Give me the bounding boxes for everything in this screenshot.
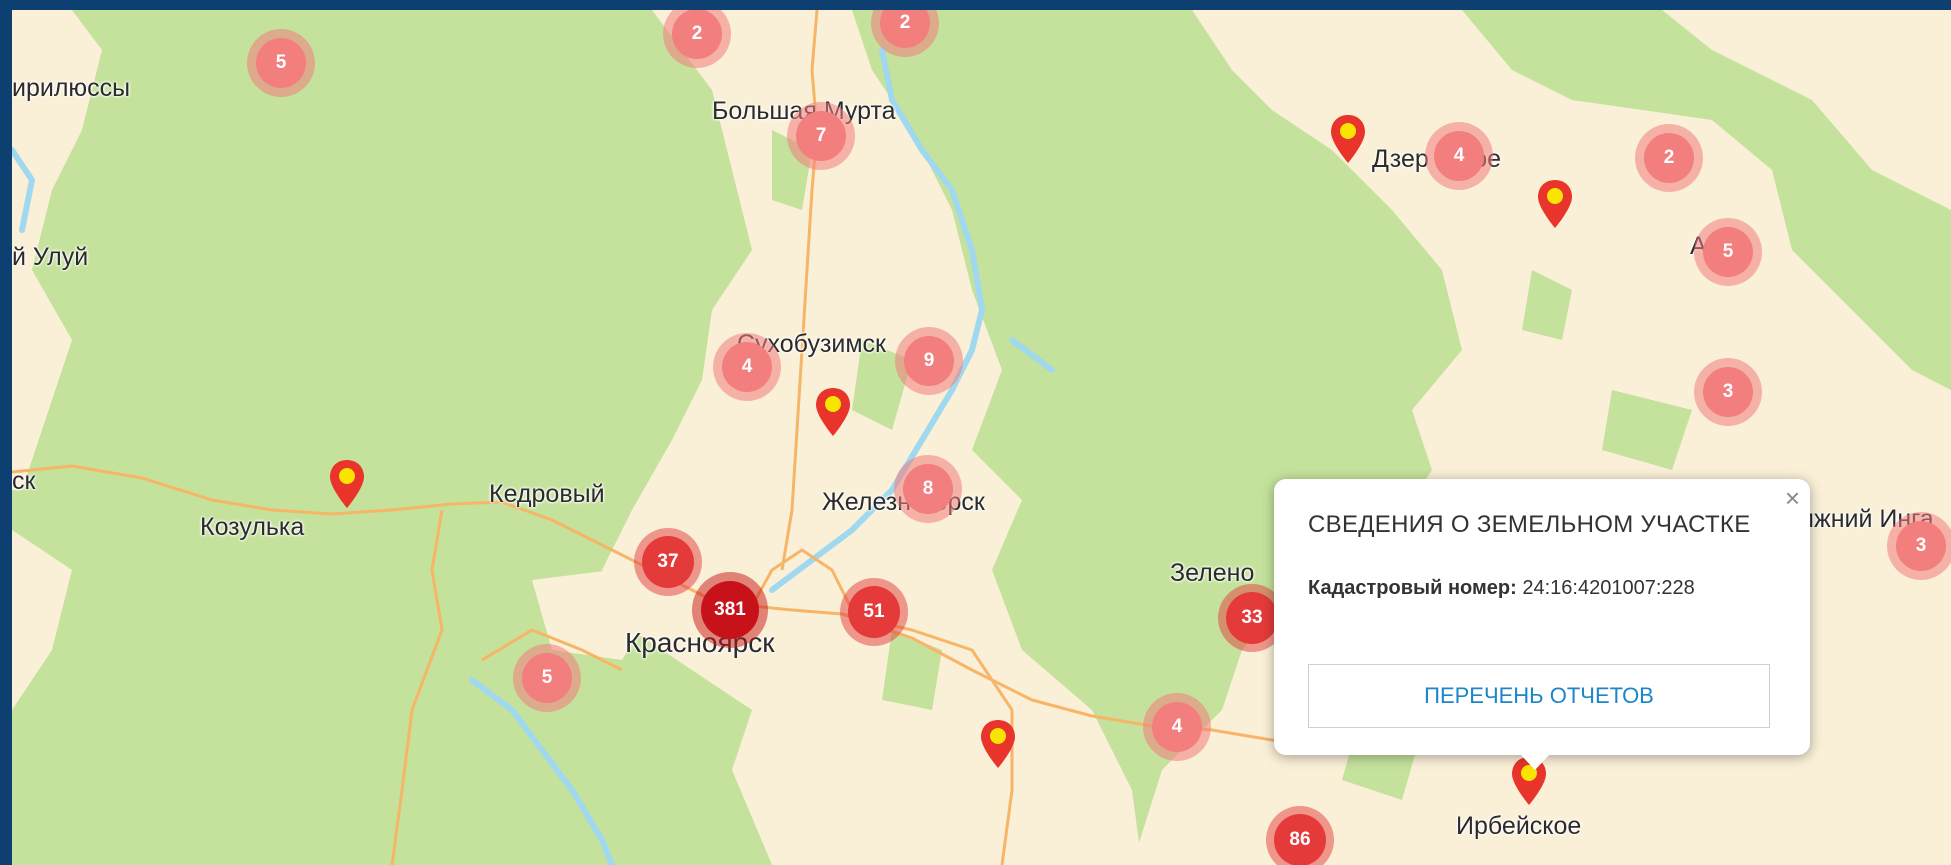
cluster-count: 5 — [522, 653, 572, 703]
cluster-marker[interactable]: 2 — [1635, 124, 1703, 192]
close-icon[interactable]: × — [1785, 483, 1800, 514]
cluster-count: 5 — [256, 38, 306, 88]
map-pin-icon[interactable] — [1536, 178, 1574, 230]
place-label-ck: ск — [12, 467, 36, 495]
place-label-irbeyskoe: Ирбейское — [1456, 812, 1582, 840]
cluster-count: 51 — [848, 586, 900, 638]
cluster-marker[interactable]: 51 — [840, 578, 908, 646]
cluster-count: 8 — [903, 464, 953, 514]
cluster-count: 2 — [1644, 133, 1694, 183]
place-label-kozulka: Козулька — [200, 513, 305, 541]
map-pin-icon[interactable] — [814, 386, 852, 438]
place-label-zelenogorsk: Зелено — [1170, 559, 1255, 587]
popup-title: СВЕДЕНИЯ О ЗЕМЕЛЬНОМ УЧАСТКЕ — [1308, 511, 1751, 538]
cluster-count: 33 — [1226, 592, 1278, 644]
map-pin-icon[interactable] — [328, 458, 366, 510]
cluster-count: 37 — [642, 536, 694, 588]
cluster-marker[interactable]: 5 — [247, 29, 315, 97]
cluster-marker[interactable]: 8 — [894, 455, 962, 523]
cluster-count: 4 — [722, 342, 772, 392]
place-label-birilyussy: ирилюссы — [12, 74, 131, 102]
cluster-marker[interactable]: 3 — [1694, 358, 1762, 426]
cluster-count: 2 — [672, 10, 722, 59]
cluster-count: 381 — [701, 581, 759, 639]
place-label-kedrovy: Кедровый — [489, 480, 605, 508]
cluster-count: 4 — [1152, 702, 1202, 752]
cluster-count: 9 — [904, 336, 954, 386]
cadastral-number-value: 24:16:4201007:228 — [1522, 577, 1695, 599]
map-pin-icon[interactable] — [979, 718, 1017, 770]
cluster-marker[interactable]: 4 — [1143, 693, 1211, 761]
cluster-count: 2 — [880, 10, 930, 48]
cluster-count: 5 — [1703, 227, 1753, 277]
cluster-marker[interactable]: 9 — [895, 327, 963, 395]
cluster-count: 7 — [796, 111, 846, 161]
cluster-marker[interactable]: 5 — [1694, 218, 1762, 286]
cluster-count: 3 — [1703, 367, 1753, 417]
map-viewport[interactable]: ирилюссы Большая Мурта Дзер нское й Улуй… — [12, 10, 1951, 865]
place-label-ului: й Улуй — [12, 243, 89, 271]
cluster-marker[interactable]: 3 — [1887, 512, 1951, 580]
cluster-marker[interactable]: 4 — [713, 333, 781, 401]
land-plot-popup: × СВЕДЕНИЯ О ЗЕМЕЛЬНОМ УЧАСТКЕ Кадастров… — [1274, 479, 1810, 770]
cluster-marker[interactable]: 86 — [1266, 806, 1334, 865]
cluster-marker[interactable]: 7 — [787, 102, 855, 170]
cluster-marker[interactable]: 37 — [634, 528, 702, 596]
cluster-count: 3 — [1896, 521, 1946, 571]
reports-list-button[interactable]: ПЕРЕЧЕНЬ ОТЧЕТОВ — [1308, 664, 1770, 728]
cluster-count: 86 — [1274, 814, 1326, 865]
map-pin-icon[interactable] — [1329, 113, 1367, 165]
cluster-marker[interactable]: 5 — [513, 644, 581, 712]
cluster-marker[interactable]: 4 — [1425, 122, 1493, 190]
cluster-marker[interactable]: 381 — [692, 572, 768, 648]
cadastral-number-label: Кадастровый номер: — [1308, 577, 1517, 599]
cadastral-number-row: Кадастровый номер: 24:16:4201007:228 — [1308, 577, 1695, 600]
cluster-count: 4 — [1434, 131, 1484, 181]
